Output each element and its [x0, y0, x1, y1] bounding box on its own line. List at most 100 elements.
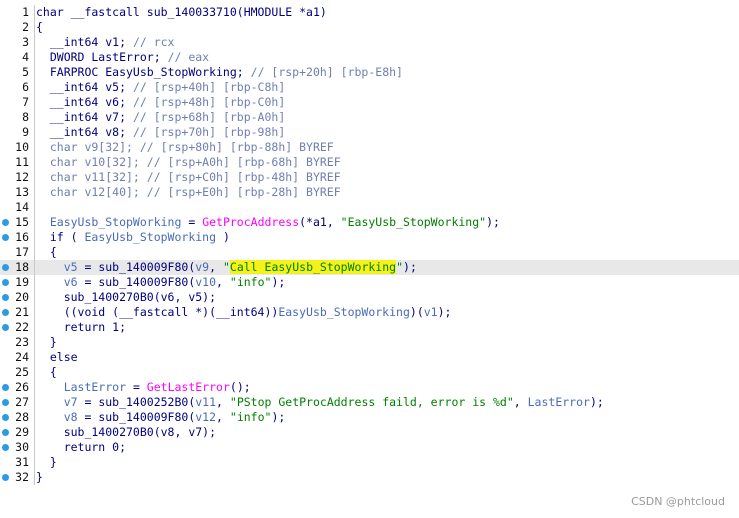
code-token[interactable]: ); [590, 395, 604, 409]
code-token[interactable]: ((void (__fastcall *)(__int64)) [36, 305, 279, 319]
line-gutter[interactable]: 18 [0, 260, 35, 275]
code-line[interactable]: 11 char v10[32]; // [rsp+A0h] [rbp-68h] … [0, 155, 739, 170]
breakpoint-dot-icon[interactable] [2, 279, 9, 286]
code-token[interactable]: __int64 v6; [36, 95, 133, 109]
code-token[interactable]: __int64 v5; [36, 80, 133, 94]
line-gutter[interactable]: 16 [0, 230, 35, 245]
code-line[interactable]: 22 return 1; [0, 320, 739, 335]
code-token[interactable]: // [rsp+48h] [rbp-C0h] [133, 95, 285, 109]
breakpoint-dot-icon[interactable] [2, 474, 9, 481]
code-token[interactable]: sub_1400270B0(v6, v5); [36, 290, 216, 304]
line-gutter[interactable]: 5 [0, 65, 35, 80]
code-token[interactable]: = [126, 380, 147, 394]
code-text[interactable]: if ( EasyUsb_StopWorking ) [36, 230, 230, 245]
line-gutter[interactable]: 23 [0, 335, 35, 350]
code-token[interactable]: , [209, 260, 223, 274]
code-line[interactable]: 20 sub_1400270B0(v6, v5); [0, 290, 739, 305]
code-line[interactable]: 30 return 0; [0, 440, 739, 455]
code-text[interactable]: __int64 v5; // [rsp+40h] [rbp-C8h] [36, 80, 285, 95]
code-line[interactable]: 3 __int64 v1; // rcx [0, 35, 739, 50]
line-gutter[interactable]: 8 [0, 110, 35, 125]
code-token[interactable]: v7 [36, 395, 78, 409]
breakpoint-dot-icon[interactable] [2, 264, 9, 271]
code-text[interactable]: return 0; [36, 440, 126, 455]
code-token[interactable]: , [216, 410, 230, 424]
code-line[interactable]: 2{ [0, 20, 739, 35]
code-line[interactable]: 27 v7 = sub_1400252B0(v11, "PStop GetPro… [0, 395, 739, 410]
line-gutter[interactable]: 21 [0, 305, 35, 320]
code-token[interactable]: ); [271, 410, 285, 424]
code-line[interactable]: 23 } [0, 335, 739, 350]
line-gutter[interactable]: 28 [0, 410, 35, 425]
line-gutter[interactable]: 12 [0, 170, 35, 185]
code-text[interactable]: sub_1400270B0(v8, v7); [36, 425, 216, 440]
breakpoint-dot-icon[interactable] [2, 429, 9, 436]
code-token[interactable]: // eax [168, 50, 210, 64]
code-line[interactable]: 13 char v12[40]; // [rsp+E0h] [rbp-28h] … [0, 185, 739, 200]
code-line[interactable]: 17 { [0, 245, 739, 260]
code-line[interactable]: 5 FARPROC EasyUsb_StopWorking; // [rsp+2… [0, 65, 739, 80]
code-token[interactable]: "PStop GetProcAddress faild, error is %d… [230, 395, 514, 409]
code-line[interactable]: 21 ((void (__fastcall *)(__int64))EasyUs… [0, 305, 739, 320]
highlighted-token[interactable]: Call EasyUsb_StopWorking [229, 260, 397, 274]
breakpoint-dot-icon[interactable] [2, 414, 9, 421]
code-token[interactable]: char __fastcall sub_140033710(HMODULE *a… [36, 5, 327, 19]
code-token[interactable]: { [36, 245, 57, 259]
code-token[interactable]: = sub_140009F80( [78, 410, 195, 424]
code-line[interactable]: 9 __int64 v8; // [rsp+70h] [rbp-98h] [0, 125, 739, 140]
code-token[interactable]: ); [403, 260, 417, 274]
code-line[interactable]: 8 __int64 v7; // [rsp+68h] [rbp-A0h] [0, 110, 739, 125]
code-text[interactable]: v5 = sub_140009F80(v9, "Call EasyUsb_Sto… [36, 260, 417, 275]
code-text[interactable]: char v12[40]; // [rsp+E0h] [rbp-28h] BYR… [36, 185, 341, 200]
code-line[interactable]: 26 LastError = GetLastError(); [0, 380, 739, 395]
code-token[interactable]: char v9[32]; [36, 140, 140, 154]
line-gutter[interactable]: 11 [0, 155, 35, 170]
code-token[interactable]: ); [486, 215, 500, 229]
code-token[interactable]: , [514, 395, 528, 409]
line-gutter[interactable]: 10 [0, 140, 35, 155]
code-token[interactable]: " [223, 260, 230, 274]
line-gutter[interactable]: 29 [0, 425, 35, 440]
code-token[interactable]: EasyUsb_StopWorking [36, 215, 182, 229]
code-token[interactable]: v12 [195, 410, 216, 424]
code-line[interactable]: 12 char v11[32]; // [rsp+C0h] [rbp-48h] … [0, 170, 739, 185]
code-line[interactable]: 24 else [0, 350, 739, 365]
line-gutter[interactable]: 15 [0, 215, 35, 230]
line-gutter[interactable]: 22 [0, 320, 35, 335]
code-token[interactable]: = [181, 215, 202, 229]
code-token[interactable]: DWORD LastError; [36, 50, 168, 64]
line-gutter[interactable]: 32 [0, 470, 35, 485]
code-token[interactable]: v9 [195, 260, 209, 274]
line-gutter[interactable]: 25 [0, 365, 35, 380]
code-text[interactable]: return 1; [36, 320, 126, 335]
code-text[interactable]: char __fastcall sub_140033710(HMODULE *a… [36, 5, 327, 20]
code-text[interactable]: FARPROC EasyUsb_StopWorking; // [rsp+20h… [36, 65, 403, 80]
code-line[interactable]: 18 v5 = sub_140009F80(v9, "Call EasyUsb_… [0, 260, 739, 275]
line-gutter[interactable]: 27 [0, 395, 35, 410]
line-gutter[interactable]: 19 [0, 275, 35, 290]
code-token[interactable]: __int64 v8; [36, 125, 133, 139]
code-token[interactable]: return 1; [36, 320, 126, 334]
line-gutter[interactable]: 31 [0, 455, 35, 470]
line-gutter[interactable]: 6 [0, 80, 35, 95]
code-text[interactable]: v7 = sub_1400252B0(v11, "PStop GetProcAd… [36, 395, 604, 410]
code-line[interactable]: 1 char __fastcall sub_140033710(HMODULE *… [0, 5, 739, 20]
code-text[interactable]: } [36, 335, 57, 350]
code-token[interactable]: ) [216, 230, 230, 244]
code-token[interactable]: ); [438, 305, 452, 319]
code-token[interactable]: // [rsp+20h] [rbp-E8h] [251, 65, 403, 79]
line-gutter[interactable]: 26 [0, 380, 35, 395]
code-line[interactable]: 19 v6 = sub_140009F80(v10, "info"); [0, 275, 739, 290]
code-token[interactable]: } [36, 470, 43, 484]
code-token[interactable]: )( [410, 305, 424, 319]
code-token[interactable]: " [396, 260, 403, 274]
code-line[interactable]: 7 __int64 v6; // [rsp+48h] [rbp-C0h] [0, 95, 739, 110]
code-text[interactable]: } [36, 470, 43, 485]
code-token[interactable]: __int64 v1; [36, 35, 133, 49]
line-gutter[interactable]: 13 [0, 185, 35, 200]
code-token[interactable]: // rcx [133, 35, 175, 49]
code-text[interactable]: { [36, 20, 43, 35]
line-gutter[interactable]: 3 [0, 35, 35, 50]
code-line[interactable]: 31 } [0, 455, 739, 470]
code-line[interactable]: 10 char v9[32]; // [rsp+80h] [rbp-88h] B… [0, 140, 739, 155]
